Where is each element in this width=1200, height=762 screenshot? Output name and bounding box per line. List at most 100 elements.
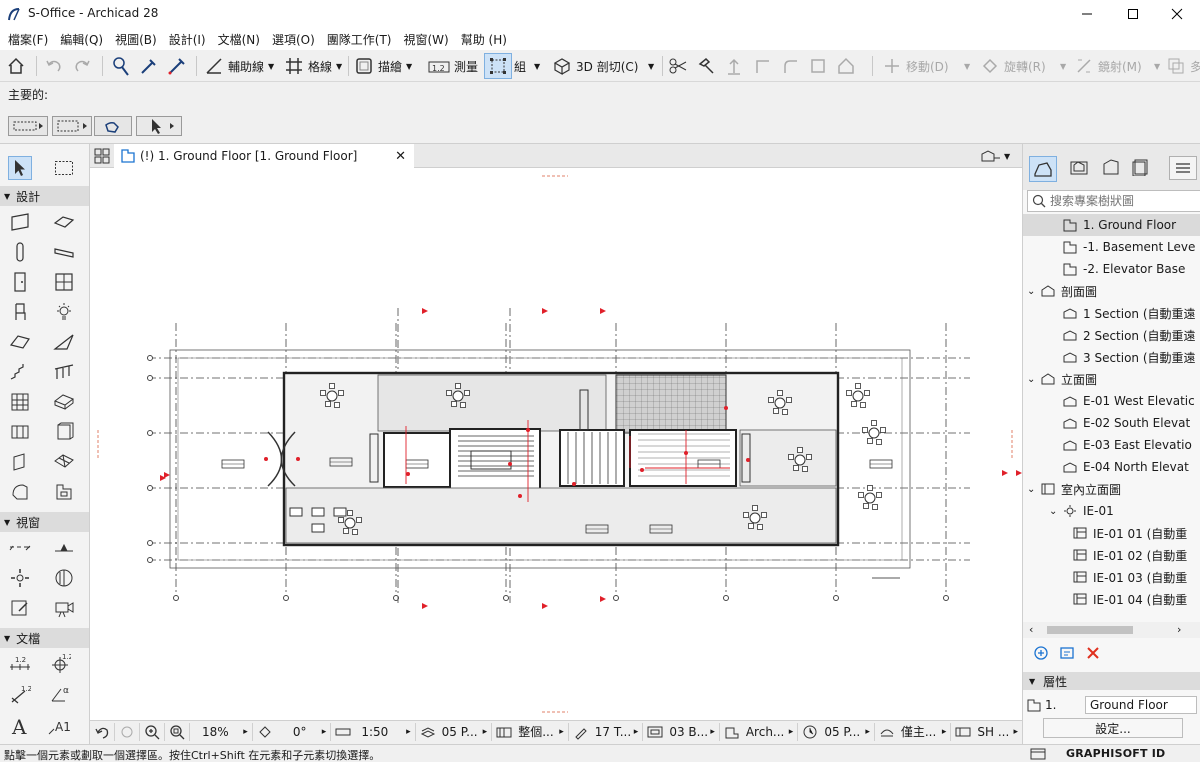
radial-dimension-tool[interactable]: 1.2 [8,682,32,706]
marquee-type-button[interactable] [52,116,92,136]
inject-button[interactable] [166,53,188,79]
menu-help[interactable]: 幫助 (H) [455,31,513,48]
maximize-button[interactable] [1110,0,1156,28]
graphisoft-id[interactable]: GRAPHISOFT ID [1066,747,1165,760]
panel-tool[interactable] [52,420,76,444]
beam-tool[interactable] [52,240,76,264]
menu-options[interactable]: 選項(O) [266,31,321,48]
navigator-item[interactable]: IE-01 03 (自動重 [1023,566,1200,588]
menu-view[interactable]: 視圖(B) [109,31,163,48]
move-button[interactable]: 移動(D) [882,53,949,79]
minimize-button[interactable] [1064,0,1110,28]
wall-tool[interactable] [8,210,32,234]
navigator-item[interactable]: 2 Section (自動重遠 [1023,324,1200,346]
chevron-down-icon[interactable]: ⌄ [1027,484,1035,495]
redo-button[interactable] [72,53,92,79]
delete-icon[interactable] [1085,645,1101,661]
3d-cut-dropdown[interactable]: ▼ [644,53,654,79]
level-dimension-tool[interactable]: 1.2 [48,652,72,676]
window-list-icon[interactable] [1030,747,1046,761]
mesh-tool[interactable] [52,450,76,474]
scroll-left-icon[interactable]: ‹ [1029,623,1033,636]
single-story-marquee-button[interactable] [94,116,132,136]
pen-set-control[interactable]: 17 T... ▸ [569,722,644,741]
marquee-tool[interactable] [52,156,76,180]
shell-tool[interactable] [52,330,76,354]
layer-combination-control[interactable]: 05 P... ▸ [416,722,493,741]
column-tool[interactable] [8,240,32,264]
split-button[interactable] [668,53,688,79]
curtain-wall-tool[interactable] [8,390,32,414]
tab-ground-floor[interactable]: (!) 1. Ground Floor [1. Ground Floor] ✕ [114,144,414,168]
worksheet-tool[interactable] [52,566,76,590]
adjust-button[interactable] [696,53,716,79]
chevron-down-icon[interactable]: ⌄ [1027,374,1035,385]
measure-button[interactable]: 1.2 測量 [428,53,478,79]
menu-document[interactable]: 文檔(N) [212,31,266,48]
group-button[interactable] [484,53,512,79]
object-tool[interactable] [8,300,32,324]
dimension-tool[interactable]: 1.2 [8,652,32,676]
label-tool[interactable]: A1 [48,714,72,738]
camera-tool[interactable] [52,596,76,620]
toolbox-document-header[interactable]: ▼ 文檔 [0,628,89,648]
fillet-button[interactable] [780,53,800,79]
mirror-button[interactable]: 鏡射(M) [1074,53,1142,79]
view-map-tab[interactable] [1069,158,1089,179]
morph-tool[interactable] [52,390,76,414]
zone-tool[interactable] [52,480,76,504]
navigator-item[interactable]: ⌄ IE-01 [1023,500,1200,522]
navigator-item[interactable]: E-02 South Elevat [1023,412,1200,434]
navigator-item[interactable]: IE-01 01 (自動重 [1023,522,1200,544]
navigator-item[interactable]: -1. Basement Leve [1023,236,1200,258]
undo-view-button[interactable] [90,722,115,741]
navigator-hscroll[interactable]: ‹ › [1023,622,1200,638]
floor-plan-drawing[interactable] [90,168,1022,720]
explode-button[interactable] [808,53,828,79]
eyedropper-button[interactable] [138,53,160,79]
elevation-tool[interactable] [52,536,76,560]
navigator-item[interactable]: 3 Section (自動重遠 [1023,346,1200,368]
move-dropdown[interactable]: ▼ [960,53,970,79]
text-tool[interactable]: A [8,714,32,738]
menu-edit[interactable]: 編輯(Q) [54,31,109,48]
undo-button[interactable] [44,53,64,79]
railing-tool[interactable] [52,360,76,384]
trace-button[interactable]: 描繪 ▼ [354,53,412,79]
intersect-button[interactable] [752,53,772,79]
navigator-item[interactable]: IE-01 04 (自動重 [1023,588,1200,610]
roof-tool[interactable] [8,330,32,354]
arrow-tool[interactable] [8,156,32,180]
navigator-item[interactable]: 1. Ground Floor [1023,214,1200,236]
skylight-tool[interactable] [8,420,32,444]
navigator-item[interactable]: E-03 East Elevatio [1023,434,1200,456]
tab-options-button[interactable]: ▼ [980,148,1018,164]
fit-in-window-button[interactable] [165,722,190,741]
tab-overview-button[interactable] [92,146,112,166]
project-map-tab[interactable] [1029,156,1057,182]
menu-teamwork[interactable]: 團隊工作(T) [321,31,398,48]
pick-up-button[interactable] [110,53,132,79]
layout-book-tab[interactable] [1101,158,1121,179]
redo-view-button[interactable] [115,722,140,741]
model-view-control[interactable]: 整個... ▸ [492,722,569,741]
renovation-filter-control[interactable]: 05 P... ▸ [798,722,875,741]
view-settings-icon[interactable] [1059,645,1075,661]
floor-plan-canvas[interactable] [90,168,1022,720]
section-tool[interactable] [8,536,32,560]
roof-button[interactable] [836,53,856,79]
settings-button[interactable]: 設定... [1043,718,1183,738]
add-view-icon[interactable] [1033,645,1049,661]
arrow-tool-button[interactable] [136,116,182,136]
door-tool[interactable] [8,270,32,294]
menu-window[interactable]: 視窗(W) [397,31,454,48]
partial-structure-control[interactable]: 僅主... ▸ [875,722,952,741]
selection-method-button[interactable] [8,116,48,136]
navigator-item[interactable]: ⌄ 立面圖 [1023,368,1200,390]
elevate-button[interactable] [724,53,744,79]
lamp-tool[interactable] [52,300,76,324]
rotate-dropdown[interactable]: ▼ [1056,53,1066,79]
story-name-field[interactable]: Ground Floor [1085,696,1197,714]
navigator-item[interactable]: -2. Elevator Base [1023,258,1200,280]
corner-window-tool[interactable] [8,480,32,504]
